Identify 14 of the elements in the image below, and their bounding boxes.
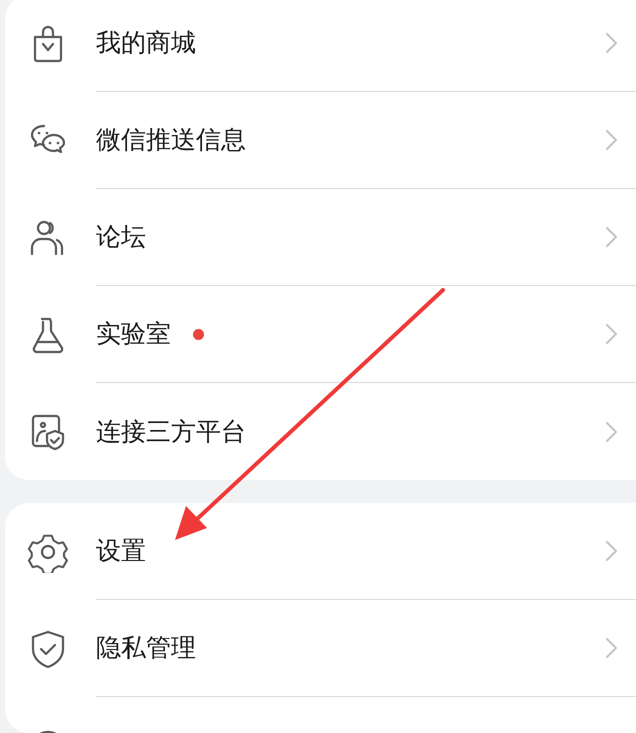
chevron-icon — [604, 539, 618, 563]
chevron-icon — [604, 636, 618, 660]
chevron-icon — [604, 31, 618, 55]
chevron-icon — [604, 322, 618, 346]
menu-item-label[interactable]: 隐私管理 — [96, 629, 196, 667]
menu-item-label[interactable]: 设置 — [96, 532, 146, 570]
chevron-icon — [604, 420, 618, 444]
menu-item-label[interactable]: 连接三方平台 — [96, 412, 246, 450]
chevron-icon — [604, 225, 618, 249]
menu-item-label[interactable]: 实验室 — [96, 315, 171, 353]
chevron-icon — [604, 128, 618, 152]
menu-item-label[interactable]: 我的商城 — [96, 24, 196, 62]
menu-item-label[interactable]: 微信推送信息 — [96, 121, 246, 159]
menu-item-label[interactable]: 论坛 — [96, 218, 146, 256]
